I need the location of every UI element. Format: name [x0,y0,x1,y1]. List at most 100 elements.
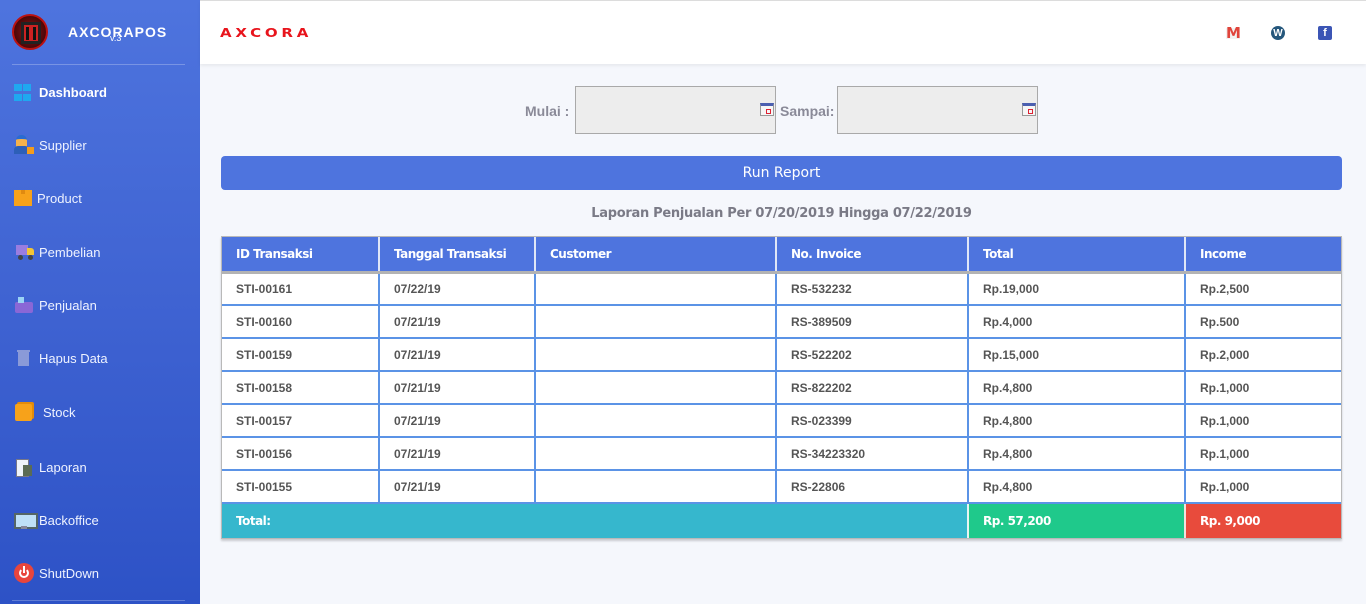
cell-income: Rp.2,000 [1184,338,1341,372]
start-date-input[interactable] [575,86,776,134]
cell-customer [534,404,777,438]
cell-total: Rp.19,000 [967,272,1186,306]
cell-total: Rp.4,800 [967,371,1186,405]
cell-customer [534,305,777,339]
income-sum: Rp. 9,000 [1184,502,1341,538]
column-header-total: Total [968,237,1186,274]
sidebar: AXCORAPOS v.3 Dashboard Supplier Product… [0,0,200,604]
cell-date: 07/21/19 [378,470,536,504]
table-row: STI-00161 07/22/19 RS-532232 Rp.19,000 Rp.2,… [222,272,1341,306]
sidebar-item-label: Dashboard [39,84,107,100]
table-row: STI-00159 07/21/19 RS-522202 Rp.15,000 Rp.2,… [222,338,1341,372]
cell-income: Rp.1,000 [1184,437,1341,471]
total-label: Total: [222,502,968,538]
cell-invoice: RS-822202 [775,371,969,405]
cell-income: Rp.1,000 [1184,371,1341,405]
facebook-icon[interactable]: f [1318,26,1332,40]
column-header-income: Income [1185,237,1341,274]
cell-id: STI-00160 [222,305,380,339]
cell-customer [534,272,777,306]
column-header-date: Tanggal Transaksi [379,237,536,274]
power-icon [14,563,34,583]
app-version: v.3 [110,33,122,43]
cell-invoice: RS-34223320 [775,437,969,471]
cell-id: STI-00158 [222,371,380,405]
sidebar-item-label: ShutDown [39,565,99,581]
cash-register-icon [14,295,34,315]
cell-date: 07/22/19 [378,272,536,306]
windows-icon [14,82,34,102]
cell-invoice: RS-522202 [775,338,969,372]
gmail-icon[interactable] [1225,25,1241,41]
brand-logo[interactable]: AXCORA [220,26,312,40]
cell-income: Rp.2,500 [1184,272,1341,306]
cell-customer [534,338,777,372]
table-row: STI-00160 07/21/19 RS-389509 Rp.4,000 Rp.500 [222,305,1341,339]
cell-id: STI-00157 [222,404,380,438]
cell-date: 07/21/19 [378,437,536,471]
sidebar-item-supplier[interactable]: Supplier [0,130,200,160]
sidebar-item-penjualan[interactable]: Penjualan [0,290,200,320]
cell-invoice: RS-22806 [775,470,969,504]
cell-income: Rp.500 [1184,305,1341,339]
sidebar-item-shutdown[interactable]: ShutDown [0,558,200,588]
sidebar-item-hapus-data[interactable]: Hapus Data [0,343,200,373]
table-row: STI-00158 07/21/19 RS-822202 Rp.4,800 Rp.1,0… [222,371,1341,405]
stock-box-icon [14,402,34,422]
cell-customer [534,371,777,405]
sidebar-item-label: Supplier [39,137,87,153]
column-header-customer: Customer [535,237,777,274]
wordpress-icon[interactable]: W [1271,26,1285,40]
sidebar-item-label: Hapus Data [39,350,108,366]
end-date-label: Sampai: [780,103,835,119]
table-row: STI-00156 07/21/19 RS-34223320 Rp.4,800 Rp.1… [222,437,1341,471]
box-icon [14,190,32,206]
sidebar-item-label: Product [37,190,82,206]
cell-total: Rp.4,800 [967,470,1186,504]
cell-id: STI-00159 [222,338,380,372]
sidebar-divider [12,64,185,65]
cell-date: 07/21/19 [378,371,536,405]
trash-icon [14,348,34,368]
cell-id: STI-00161 [222,272,380,306]
sidebar-item-pembelian[interactable]: Pembelian [0,237,200,267]
cell-total: Rp.4,800 [967,404,1186,438]
sidebar-divider [12,600,185,601]
sidebar-item-product[interactable]: Product [0,183,200,213]
cell-total: Rp.4,800 [967,437,1186,471]
cell-id: STI-00156 [222,437,380,471]
run-report-button[interactable]: Run Report [221,156,1342,190]
sidebar-item-label: Stock [43,404,76,420]
cell-total: Rp.4,000 [967,305,1186,339]
cell-id: STI-00155 [222,470,380,504]
cell-income: Rp.1,000 [1184,470,1341,504]
end-date-input[interactable] [837,86,1038,134]
column-header-id: ID Transaksi [222,237,380,274]
sidebar-item-dashboard[interactable]: Dashboard [0,77,200,107]
table-row: STI-00157 07/21/19 RS-023399 Rp.4,800 Rp.1,0… [222,404,1341,438]
table-row: STI-00155 07/21/19 RS-22806 Rp.4,800 Rp.1,00… [222,470,1341,504]
report-calculator-icon [14,457,34,477]
sidebar-item-stock[interactable]: Stock [0,397,200,427]
cell-total: Rp.15,000 [967,338,1186,372]
cell-invoice: RS-023399 [775,404,969,438]
sidebar-item-label: Penjualan [39,297,97,313]
cell-date: 07/21/19 [378,305,536,339]
column-header-invoice: No. Invoice [776,237,969,274]
monitor-icon [14,510,38,530]
sidebar-item-laporan[interactable]: Laporan [0,452,200,482]
brand: AXCORAPOS v.3 [0,0,200,64]
table-header-row: ID Transaksi Tanggal Transaksi Customer … [222,237,1341,274]
calendar-icon[interactable] [1022,103,1036,116]
supplier-icon [14,135,34,155]
cell-invoice: RS-389509 [775,305,969,339]
calendar-icon[interactable] [760,103,774,116]
sidebar-item-backoffice[interactable]: Backoffice [0,505,200,535]
sales-report-table: ID Transaksi Tanggal Transaksi Customer … [221,236,1342,539]
truck-icon [14,242,34,262]
sidebar-item-label: Pembelian [39,244,101,260]
table-total-row: Total: Rp. 57,200 Rp. 9,000 [222,502,1341,538]
app-logo-icon [12,14,48,50]
cell-date: 07/21/19 [378,404,536,438]
sidebar-item-label: Laporan [39,459,87,475]
